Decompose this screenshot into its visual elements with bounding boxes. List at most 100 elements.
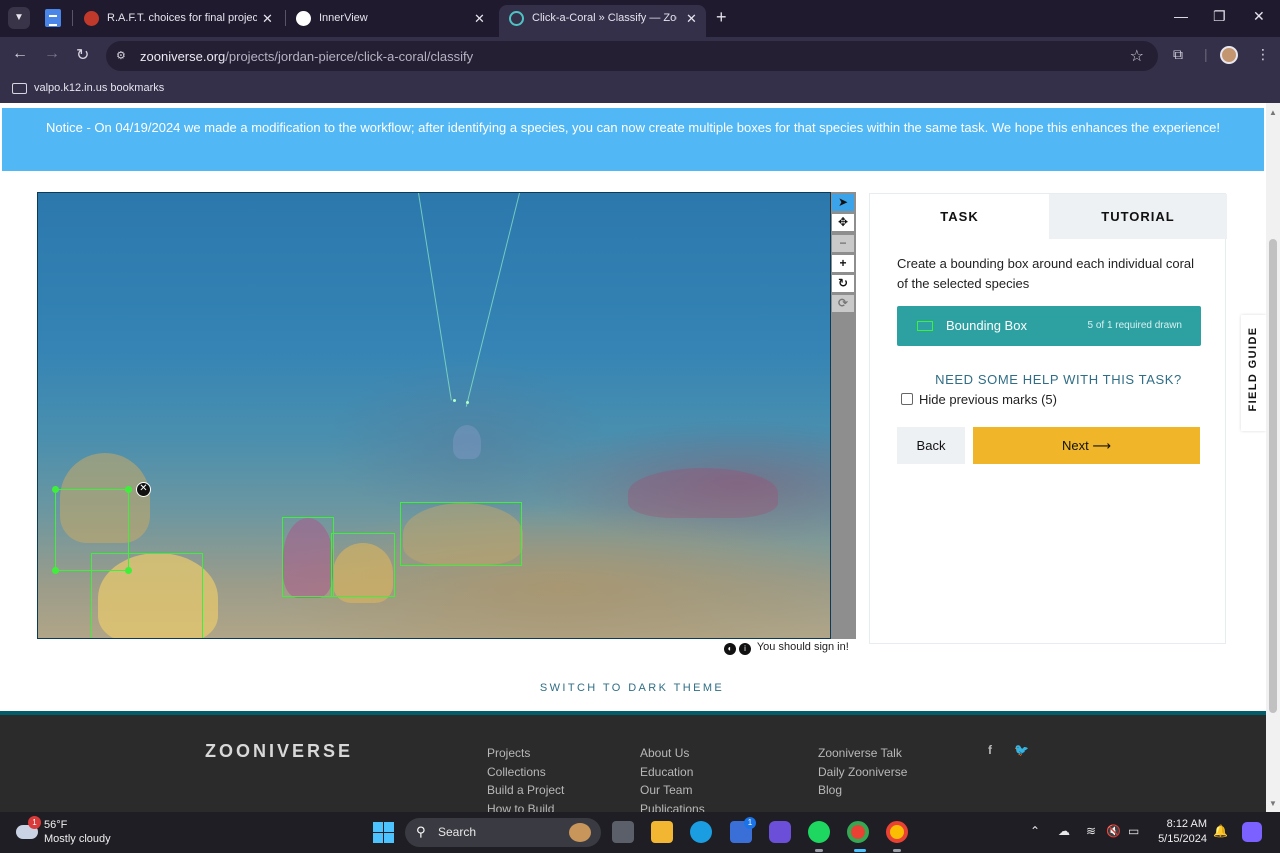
volume-muted-icon[interactable]: 🔇: [1106, 824, 1121, 838]
browser-toolbar: ← → ↻ ⚙ zooniverse.org/projects/jordan-p…: [0, 37, 1280, 75]
page-scrollbar[interactable]: ▲ ▼: [1266, 103, 1280, 812]
bounding-box[interactable]: [91, 553, 203, 638]
bookmark-folder[interactable]: valpo.k12.in.us bookmarks: [34, 82, 164, 94]
footer-link[interactable]: Blog: [818, 781, 907, 800]
field-guide-tab[interactable]: FIELD GUIDE: [1241, 315, 1266, 431]
browser-menu-icon[interactable]: ⋮: [1256, 46, 1270, 63]
spotify-icon[interactable]: [808, 821, 830, 843]
footer-link[interactable]: Our Team: [640, 781, 705, 800]
close-tab-icon[interactable]: ✕: [686, 5, 697, 32]
weather-desc[interactable]: Mostly cloudy: [44, 833, 111, 845]
close-window-icon[interactable]: ✕: [1253, 8, 1265, 25]
contrast-icon[interactable]: ◐: [724, 643, 736, 655]
footer-link[interactable]: Zooniverse Talk: [818, 744, 907, 763]
twitter-icon[interactable]: 🐦: [1014, 743, 1029, 757]
chevron-up-icon[interactable]: ⌃: [1030, 824, 1040, 838]
zoom-in-icon[interactable]: +: [832, 255, 854, 272]
clock-date[interactable]: 5/15/2024: [1152, 833, 1207, 845]
dark-theme-label[interactable]: SWITCH TO DARK THEME: [540, 682, 724, 694]
footer-link[interactable]: Build a Project: [487, 781, 564, 800]
tab-raft-choices[interactable]: R.A.F.T. choices for final project ✕: [74, 5, 284, 32]
zoom-out-icon[interactable]: −: [832, 235, 854, 252]
bounding-box[interactable]: [400, 502, 522, 566]
next-button[interactable]: Next ⟶: [973, 427, 1200, 464]
restore-icon[interactable]: ❐: [1213, 8, 1226, 25]
help-link[interactable]: NEED SOME HELP WITH THIS TASK?: [870, 372, 1227, 387]
file-explorer-icon[interactable]: [651, 821, 673, 843]
resize-handle[interactable]: [52, 567, 59, 574]
tab-innerview[interactable]: InnerView ✕: [286, 5, 496, 32]
edge-icon[interactable]: [690, 821, 712, 843]
zooniverse-logo[interactable]: ZOONIVERSE: [205, 741, 353, 762]
pointer-icon[interactable]: ➤: [832, 194, 854, 211]
tool-count: 5 of 1 required drawn: [1087, 320, 1182, 331]
back-button[interactable]: Back: [897, 427, 965, 464]
tab-search-button[interactable]: ▼: [8, 7, 30, 29]
folder-icon: [12, 83, 27, 94]
footer-link[interactable]: How to Build: [487, 800, 564, 812]
facebook-icon[interactable]: f: [988, 743, 992, 757]
weather-temp[interactable]: 56°F: [44, 819, 67, 831]
tab-favicon-icon: [296, 11, 311, 26]
cookie-icon: [569, 823, 591, 842]
taskbar-search[interactable]: ⚲ Search: [405, 818, 601, 847]
extensions-icon[interactable]: ⧉: [1173, 46, 1183, 63]
move-icon[interactable]: ✥: [832, 214, 854, 231]
bounding-box[interactable]: [282, 517, 334, 597]
bookmark-star-icon[interactable]: ☆: [1130, 46, 1144, 66]
tab-favicon-icon: [509, 11, 524, 26]
subject-image[interactable]: ✕: [37, 192, 831, 639]
footer-link[interactable]: Projects: [487, 744, 564, 763]
reload-icon[interactable]: ↻: [76, 45, 89, 65]
profile-avatar[interactable]: [1220, 46, 1238, 64]
resize-handle[interactable]: [52, 486, 59, 493]
hide-marks-checkbox[interactable]: [901, 393, 913, 405]
footer-link[interactable]: Collections: [487, 763, 564, 782]
tab-title: InnerView: [319, 12, 368, 24]
new-tab-icon[interactable]: +: [716, 7, 727, 28]
resize-handle[interactable]: [125, 486, 132, 493]
google-docs-icon[interactable]: [45, 9, 61, 27]
chrome-profile-icon[interactable]: [886, 821, 908, 843]
site-info-icon[interactable]: ⚙: [116, 49, 130, 63]
onedrive-icon[interactable]: ☁: [1058, 824, 1070, 838]
footer-link[interactable]: Education: [640, 763, 705, 782]
tab-task[interactable]: TASK: [870, 194, 1049, 239]
reset-icon[interactable]: ⟳: [832, 295, 854, 312]
wifi-icon[interactable]: ≋: [1086, 824, 1096, 838]
footer-link[interactable]: Daily Zooniverse: [818, 763, 907, 782]
laser-beam: [418, 193, 452, 401]
delete-box-icon[interactable]: ✕: [136, 482, 151, 497]
scroll-down-icon[interactable]: ▼: [1269, 799, 1277, 808]
hide-marks-toggle[interactable]: Hide previous marks (5): [901, 392, 1057, 407]
minimize-icon[interactable]: —: [1174, 8, 1188, 24]
field-guide-label: FIELD GUIDE: [1247, 326, 1259, 412]
task-view-icon[interactable]: [612, 821, 634, 843]
tab-tutorial[interactable]: TUTORIAL: [1049, 194, 1227, 239]
weather-badge: 1: [28, 816, 41, 829]
footer-link[interactable]: Publications: [640, 800, 705, 812]
rotate-icon[interactable]: ↻: [832, 275, 854, 292]
bounding-box[interactable]: [331, 533, 395, 597]
clock-time[interactable]: 8:12 AM: [1162, 818, 1207, 830]
forward-arrow-icon[interactable]: →: [44, 45, 60, 63]
task-instruction: Create a bounding box around each indivi…: [897, 256, 1195, 291]
bounding-box-tool-button[interactable]: Bounding Box 5 of 1 required drawn: [897, 306, 1201, 346]
notification-bell-icon[interactable]: 🔔: [1213, 824, 1228, 838]
close-tab-icon[interactable]: ✕: [262, 5, 273, 32]
copilot-icon[interactable]: [769, 821, 791, 843]
close-tab-icon[interactable]: ✕: [474, 5, 485, 32]
dark-theme-toggle[interactable]: SWITCH TO DARK THEME: [0, 682, 1264, 694]
copilot-pre-icon[interactable]: [1242, 822, 1262, 842]
scroll-thumb[interactable]: [1269, 239, 1277, 713]
tab-click-a-coral[interactable]: Click-a-Coral » Classify — Zoon ✕: [499, 5, 706, 37]
address-bar[interactable]: ⚙ zooniverse.org/projects/jordan-pierce/…: [106, 41, 1158, 71]
windows-start-icon[interactable]: [373, 822, 394, 843]
battery-icon[interactable]: ▭: [1128, 824, 1139, 838]
scroll-up-icon[interactable]: ▲: [1269, 108, 1277, 117]
info-icon[interactable]: i: [739, 643, 751, 655]
coral-blob: [453, 425, 481, 459]
footer-link[interactable]: About Us: [640, 744, 705, 763]
back-arrow-icon[interactable]: ←: [12, 45, 28, 63]
chrome-icon[interactable]: [847, 821, 869, 843]
